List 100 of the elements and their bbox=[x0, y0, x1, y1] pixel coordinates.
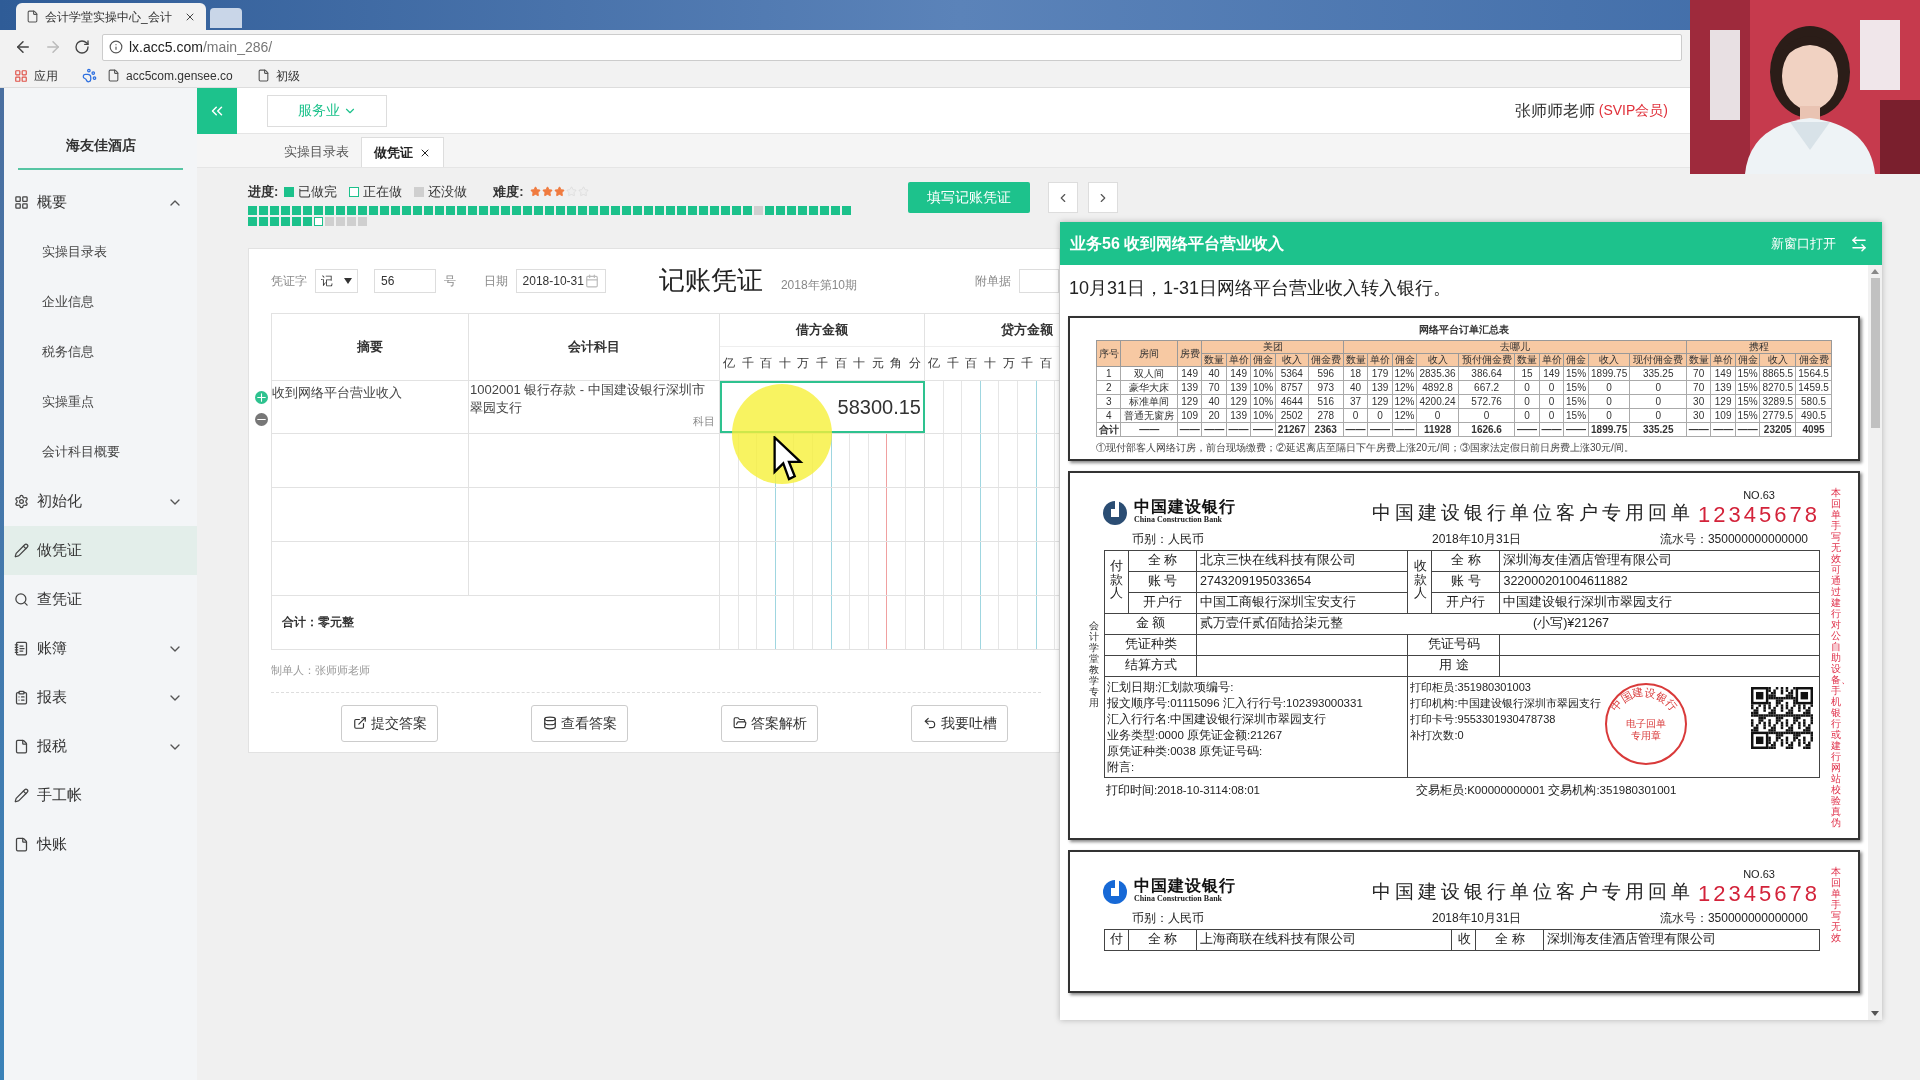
bank-name-english: China Construction Bank bbox=[1134, 514, 1223, 526]
sidebar-subitem[interactable]: 实操重点 bbox=[4, 377, 197, 427]
table-cell: 15% bbox=[1563, 394, 1589, 409]
table-cell: —— bbox=[1392, 422, 1417, 437]
table-cell: —— bbox=[1539, 422, 1564, 437]
paw-icon[interactable] bbox=[82, 68, 97, 83]
action-button[interactable]: 提交答案 bbox=[341, 704, 438, 742]
remove-row-icon[interactable] bbox=[255, 412, 268, 426]
field-label: 开户行 bbox=[1431, 592, 1500, 613]
bookmark[interactable]: 应用 bbox=[14, 66, 58, 85]
address-bar[interactable]: lx.acc5.com/main_286/ bbox=[102, 33, 1682, 61]
amount-in-figures: (小写)¥21267 bbox=[1533, 615, 1610, 633]
sidebar-item[interactable]: 查凭证 bbox=[4, 575, 197, 624]
table-cell: 2363 bbox=[1308, 422, 1344, 437]
flow-number: 流水号：350000000000000 bbox=[1659, 909, 1809, 927]
action-button[interactable]: 我要吐槽 bbox=[911, 704, 1008, 742]
detail-line: 打印卡号:9553301930478738 bbox=[1410, 711, 1557, 727]
table-cell: 15 bbox=[1514, 366, 1540, 381]
date-field[interactable]: 2018-10-31 bbox=[515, 268, 606, 293]
table-cell: 4095 bbox=[1795, 422, 1832, 437]
summary-cell[interactable]: 收到网络平台营业收入 bbox=[272, 380, 469, 433]
table-cell: —— bbox=[1710, 422, 1736, 437]
info-icon[interactable] bbox=[109, 40, 123, 54]
pencil-icon bbox=[14, 788, 29, 803]
field-label: 结算方式 bbox=[1104, 655, 1197, 676]
swap-icon[interactable] bbox=[1850, 234, 1868, 253]
sidebar-item[interactable]: 做凭证 bbox=[4, 526, 197, 575]
collapse-sidebar-button[interactable] bbox=[197, 87, 237, 134]
action-button[interactable]: 查看答案 bbox=[531, 704, 628, 742]
page-tab[interactable]: 做凭证 bbox=[361, 137, 444, 167]
bookmark[interactable]: 初级 bbox=[256, 66, 300, 85]
table-header: 房间 bbox=[1121, 340, 1178, 367]
caret-icon bbox=[344, 277, 352, 284]
sidebar-subitem[interactable]: 会计科目概要 bbox=[4, 427, 197, 477]
action-button[interactable]: 答案解析 bbox=[721, 704, 818, 742]
previous-button[interactable] bbox=[1048, 182, 1078, 213]
table-cell: 516 bbox=[1308, 394, 1344, 409]
voucher-number-field[interactable]: 56 bbox=[374, 268, 436, 293]
page-tab[interactable]: 实操目录表 bbox=[272, 137, 361, 167]
digit-header: 角 bbox=[889, 355, 904, 372]
table-cell: 0 bbox=[1539, 394, 1564, 409]
detail-line: 补打次数:0 bbox=[1410, 727, 1465, 743]
table-cell: 11928 bbox=[1416, 422, 1459, 437]
table-cell: 0 bbox=[1588, 394, 1630, 409]
table-cell: 23205 bbox=[1759, 422, 1796, 437]
table-cell: 2779.5 bbox=[1759, 408, 1796, 423]
sidebar-item[interactable]: 报税 bbox=[4, 722, 197, 771]
teller-info: 交易柜员:K00000000001 交易机构:351980301001 bbox=[1416, 782, 1677, 798]
table-cell: 129 bbox=[1226, 394, 1251, 409]
table-cell: 70 bbox=[1686, 380, 1711, 395]
table-cell: 0 bbox=[1630, 408, 1687, 423]
cursor-icon bbox=[773, 436, 805, 482]
attachments-field[interactable] bbox=[1019, 268, 1059, 293]
digit-header: 十 bbox=[852, 355, 867, 372]
add-row-icon[interactable] bbox=[255, 390, 268, 404]
sidebar-item[interactable]: 快账 bbox=[4, 820, 197, 869]
table-cell: 30 bbox=[1686, 394, 1711, 409]
bookmark[interactable]: acc5com.gensee.co bbox=[107, 66, 233, 85]
table-cell: 973 bbox=[1308, 380, 1344, 395]
forward-icon[interactable] bbox=[44, 38, 62, 56]
serial-number: 12345678 bbox=[1698, 503, 1820, 526]
account-cell[interactable]: 1002001 银行存款 - 中国建设银行深圳市翠园支行 bbox=[470, 380, 718, 417]
sidebar-subitem[interactable]: 实操目录表 bbox=[4, 227, 197, 277]
sidebar-subitem[interactable]: 企业信息 bbox=[4, 277, 197, 327]
table-cell: 30 bbox=[1686, 408, 1711, 423]
digit-header: 千 bbox=[1020, 355, 1035, 372]
table-cell: 0 bbox=[1514, 394, 1540, 409]
receipt-no: NO.63 bbox=[1743, 488, 1775, 503]
table-cell: 15% bbox=[1735, 366, 1760, 381]
table-header: 美团 bbox=[1201, 340, 1344, 354]
table-cell: —— bbox=[1367, 422, 1393, 437]
digit-header: 十 bbox=[777, 355, 792, 372]
table-cell: 335.25 bbox=[1630, 366, 1687, 381]
browser-tab[interactable]: 会计学堂实操中心_会计 bbox=[16, 3, 206, 30]
table-cell: 37 bbox=[1343, 394, 1368, 409]
sidebar-item[interactable]: 手工帐 bbox=[4, 771, 197, 820]
reload-icon[interactable] bbox=[74, 39, 90, 55]
table-cell: 490.5 bbox=[1795, 408, 1832, 423]
next-button[interactable] bbox=[1088, 182, 1118, 213]
receipt-title: 中国建设银行单位客户专用回单 bbox=[1372, 880, 1694, 904]
table-cell: —— bbox=[1735, 422, 1760, 437]
field-label: 凭证种类 bbox=[1104, 634, 1197, 655]
sidebar-item[interactable]: 账簿 bbox=[4, 624, 197, 673]
table-header: 序号 bbox=[1096, 340, 1121, 367]
scrollbar[interactable] bbox=[1868, 265, 1882, 1020]
sidebar-item[interactable]: 概要 bbox=[4, 178, 197, 227]
digit-header: 亿 bbox=[927, 355, 942, 372]
digit-header: 万 bbox=[796, 355, 811, 372]
table-cell: 139 bbox=[1226, 380, 1251, 395]
voucher-word-select[interactable]: 记 bbox=[315, 268, 358, 293]
table-cell: 15% bbox=[1563, 366, 1589, 381]
preparer-label: 制单人：张师师老师 bbox=[271, 663, 370, 679]
table-cell: 12% bbox=[1392, 394, 1417, 409]
digit-header: 分 bbox=[907, 355, 922, 372]
sidebar-subitem[interactable]: 税务信息 bbox=[4, 327, 197, 377]
back-icon[interactable] bbox=[14, 38, 32, 56]
sidebar-item[interactable]: 报表 bbox=[4, 673, 197, 722]
digit-header: 千 bbox=[815, 355, 829, 372]
table-cell: —— bbox=[1121, 422, 1178, 437]
sidebar-item[interactable]: 初始化 bbox=[4, 477, 197, 526]
